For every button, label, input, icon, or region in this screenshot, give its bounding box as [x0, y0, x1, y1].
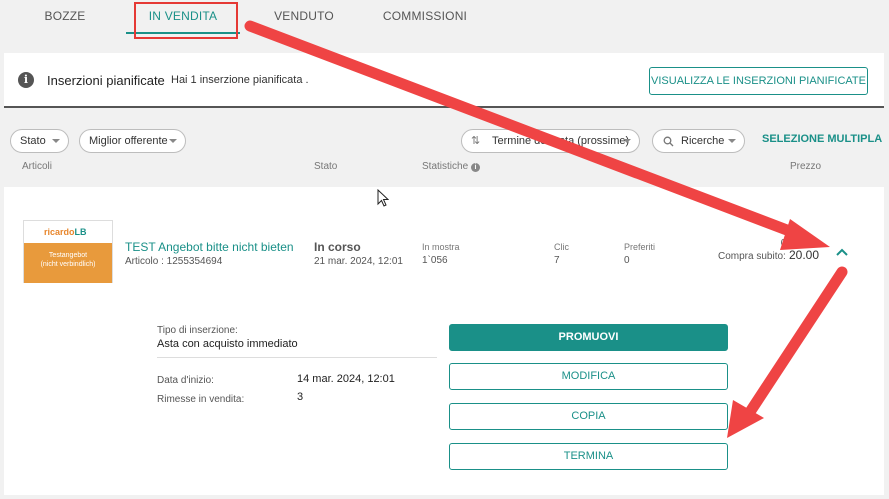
search-select-label: Ricerche	[681, 135, 725, 147]
relist-count-value: 3	[297, 391, 304, 403]
stat-label-views: In mostra	[422, 242, 460, 252]
chevron-down-icon	[169, 139, 177, 143]
promote-button[interactable]: PROMUOVI	[449, 324, 728, 351]
sort-select[interactable]: ⇅ Termine dell'asta (prossime)	[461, 129, 640, 153]
tab-venduto[interactable]: VENDUTO	[264, 0, 344, 34]
sort-select-label: Termine dell'asta (prossime)	[492, 135, 630, 147]
bidder-filter[interactable]: Miglior offerente	[79, 129, 186, 153]
listing-thumbnail[interactable]: ricardoLB Testangebot (nicht verbindlich…	[23, 220, 113, 283]
tab-bozze[interactable]: BOZZE	[30, 0, 100, 34]
multi-select-link[interactable]: SELEZIONE MULTIPLA	[762, 133, 882, 145]
tab-bar: BOZZE IN VENDITA VENDUTO COMMISSIONI	[0, 0, 889, 39]
thumbnail-text-1: Testangebot	[48, 252, 88, 259]
chevron-down-icon	[728, 139, 736, 143]
chevron-up-icon[interactable]	[836, 247, 848, 259]
bidder-filter-label: Miglior offerente	[89, 135, 168, 147]
column-prezzo: Prezzo	[790, 161, 822, 172]
info-icon[interactable]: i	[470, 163, 480, 172]
chevron-down-icon	[52, 139, 60, 143]
ricardo-logo: ricardoLB	[44, 227, 87, 237]
status-filter[interactable]: Stato	[10, 129, 69, 153]
column-articoli: Articoli	[22, 161, 53, 172]
notice-text: Hai 1 inserzione pianificata .	[171, 74, 309, 86]
end-listing-button[interactable]: TERMINA	[449, 443, 728, 470]
column-statistiche-label: Statistiche	[422, 161, 469, 172]
stat-label-favorites: Preferiti	[624, 242, 656, 252]
mouse-cursor-icon	[377, 189, 389, 207]
search-icon	[663, 136, 674, 147]
thumbnail-banner: Testangebot (nicht verbindlich)	[24, 243, 112, 283]
ricardo-logo-text: ricardo	[44, 227, 75, 237]
article-number: Articolo : 1255354694	[125, 256, 223, 267]
thumbnail-text-2: (nicht verbindlich)	[40, 261, 96, 268]
column-stato: Stato	[314, 161, 338, 172]
stat-value-views: 1`056	[422, 255, 448, 266]
search-select[interactable]: Ricerche	[652, 129, 745, 153]
listing-status-date: 21 mar. 2024, 12:01	[314, 256, 403, 267]
start-date-value: 14 mar. 2024, 12:01	[297, 373, 395, 385]
status-filter-label: Stato	[20, 135, 46, 147]
stat-value-clicks: 7	[554, 255, 560, 266]
relist-count-label: Rimesse in vendita:	[157, 394, 245, 405]
listing-title-link[interactable]: TEST Angebot bitte nicht bieten	[125, 240, 294, 254]
listing-status: In corso	[314, 240, 361, 254]
listing-type-value: Asta con acquisto immediato	[157, 338, 298, 350]
start-date-label: Data d'inizio:	[157, 375, 214, 386]
edit-button[interactable]: MODIFICA	[449, 363, 728, 390]
tab-commissioni[interactable]: COMMISSIONI	[380, 0, 470, 34]
scheduled-notice: i Inserzioni pianificate Hai 1 inserzion…	[4, 53, 884, 108]
stat-label-clicks: Clic	[554, 242, 569, 252]
view-scheduled-button[interactable]: VISUALIZZA LE INSERZIONI PIANIFICATE	[649, 67, 868, 95]
chevron-down-icon	[623, 139, 631, 143]
info-icon: i	[18, 72, 34, 88]
listing-type-label: Tipo di inserzione:	[157, 325, 238, 336]
price-value: 20.00	[789, 248, 820, 262]
stat-value-favorites: 0	[624, 255, 630, 266]
notice-title: Inserzioni pianificate	[47, 73, 165, 88]
divider	[157, 357, 437, 358]
sort-icon: ⇅	[471, 135, 481, 147]
buy-now-label: Compra subito:	[718, 251, 786, 262]
tab-in-vendita[interactable]: IN VENDITA	[126, 0, 240, 34]
ricardo-logo-mark: LB	[74, 227, 87, 237]
listing-card: ricardoLB Testangebot (nicht verbindlich…	[4, 187, 884, 495]
column-statistiche: Statistiche i	[422, 161, 480, 172]
copy-button[interactable]: COPIA	[449, 403, 728, 430]
